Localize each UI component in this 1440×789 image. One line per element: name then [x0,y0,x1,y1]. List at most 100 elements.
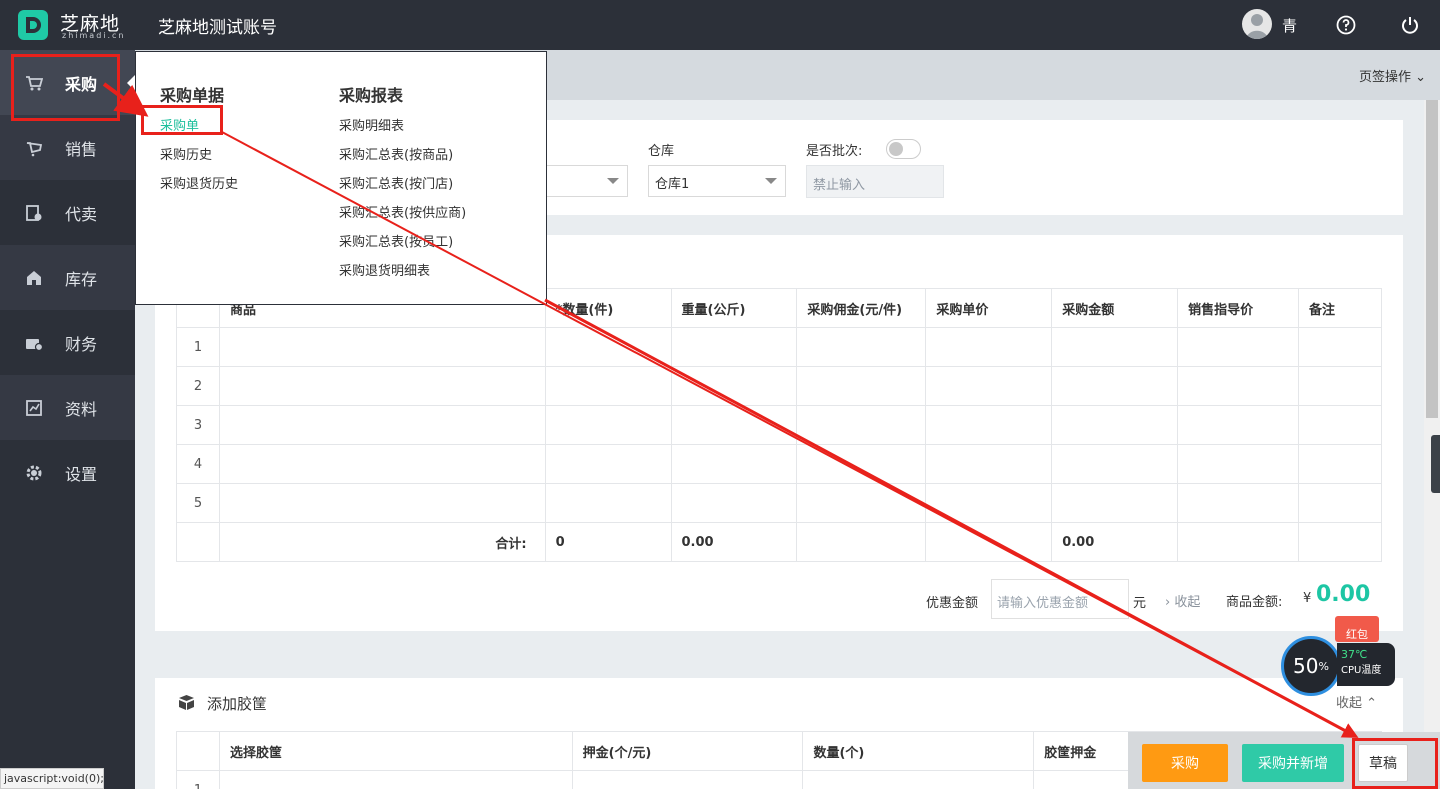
chevron-right-icon: › [1165,595,1171,610]
gear-icon [26,465,42,480]
purchase-button[interactable]: 采购 [1142,744,1228,782]
menu-item-summary-by-supplier[interactable]: 采购汇总表(按供应商) [339,202,466,221]
tab-operations-label: 页签操作 [1358,70,1411,85]
collapse-summary-link[interactable]: › 收起 [1165,591,1200,610]
sale-icon [26,141,43,156]
total-row: 合计: 0 0.00 0.00 [176,522,1383,562]
user-name[interactable]: 青 [1282,15,1297,36]
row-number: 2 [176,366,220,406]
menu-item-detail-report[interactable]: 采购明细表 [339,115,404,134]
cpu-percent: 50 [1293,654,1319,678]
box-icon [179,695,194,710]
col-header-deposit: 押金(个/元) [571,731,804,771]
draft-button[interactable]: 草稿 [1358,744,1408,782]
batch-label: 是否批次: [806,144,863,159]
menu-item-return-history[interactable]: 采购退货历史 [160,173,238,192]
tab-operations[interactable]: 页签操作 ⌄ [1359,66,1426,85]
discount-input[interactable]: 请输入优惠金额 [991,579,1129,619]
help-icon[interactable] [1336,15,1356,35]
warehouse-value: 仓库1 [655,177,690,192]
row-number: 4 [176,444,220,484]
red-packet-badge[interactable]: 红包 [1335,616,1379,642]
brand-domain: zhimadi.cn [62,31,126,40]
total-qty: 0 [544,522,672,562]
cpu-temp-panel: 37℃ CPU温度 [1337,643,1395,686]
collapse-label: 收起 [1174,595,1201,610]
table-row[interactable]: 3 [176,405,1383,445]
table-row[interactable]: 1 [176,327,1383,367]
table-row[interactable]: 5 [176,483,1383,523]
currency-symbol: ¥ [1303,591,1312,606]
goods-amount-label: 商品金额: [1226,595,1283,610]
crate-title: 添加胶筐 [207,695,268,713]
col-header-weight: 重量(公斤) [670,288,798,328]
menu-item-purchase-history[interactable]: 采购历史 [160,144,212,163]
collapse-crate-link[interactable]: 收起 ⌃ [1336,692,1377,711]
total-amount: 0.00 [1051,522,1179,562]
chevron-up-icon: ⌃ [1366,696,1378,711]
sidebar-item-purchase[interactable]: 采购 [0,50,135,115]
cpu-temp-label: CPU温度 [1341,665,1382,676]
collapse-label: 收起 [1336,696,1363,711]
logo-icon [18,10,48,40]
sidebar-item-label: 采购 [65,74,98,94]
row-number: 3 [176,405,220,445]
top-bar: 芝麻地 zhimadi.cn 芝麻地测试账号 青 [0,0,1440,50]
sidebar-item-label: 代卖 [65,204,98,224]
warehouse-label: 仓库 [648,144,675,159]
sidebar-item-consign[interactable]: 代卖 [0,180,135,245]
sidebar-item-label: 设置 [65,464,98,484]
chevron-down-icon: ⌄ [1415,70,1426,85]
col-header [176,731,220,771]
finance-icon [26,338,43,351]
col-header-commission: 采购佣金(元/件) [796,288,927,328]
status-bar-url: javascript:void(0); [0,768,104,789]
warehouse-select[interactable]: 仓库1 [648,165,786,197]
col-header-remark: 备注 [1297,288,1383,328]
sidebar-item-settings[interactable]: 设置 [0,440,135,505]
chevron-down-icon [607,178,619,184]
sidebar: 采购 销售 代卖 库存 财务 资料 设置 [0,50,135,789]
scrollbar-thumb[interactable] [1426,100,1438,418]
sidebar-item-label: 库存 [65,269,98,289]
supplier-select[interactable] [545,165,628,197]
power-icon[interactable] [1400,15,1420,35]
avatar[interactable] [1242,9,1272,39]
purchase-flyout-menu: 采购单据 采购单 采购历史 采购退货历史 采购报表 采购明细表 采购汇总表(按商… [135,51,547,305]
goods-amount-value: 0.00 [1316,582,1371,607]
col-header-amount: 采购金额 [1051,288,1179,328]
account-name: 芝麻地测试账号 [158,18,277,38]
row-number: 5 [176,483,220,523]
menu-item-return-detail[interactable]: 采购退货明细表 [339,260,430,279]
col-header-unit-price: 采购单价 [925,288,1053,328]
sidebar-item-sales[interactable]: 销售 [0,115,135,180]
sidebar-item-inventory[interactable]: 库存 [0,245,135,310]
menu-item-summary-by-store[interactable]: 采购汇总表(按门店) [339,173,453,192]
consign-icon [26,204,42,221]
data-icon [26,399,42,416]
col-header-crate: 选择胶筐 [218,731,573,771]
row-number: 1 [176,770,220,789]
menu-heading-reports: 采购报表 [339,86,404,105]
sidebar-item-data[interactable]: 资料 [0,375,135,440]
sidebar-item-label: 资料 [65,399,98,419]
menu-item-purchase-order[interactable]: 采购单 [160,115,199,134]
menu-item-summary-by-staff[interactable]: 采购汇总表(按员工) [339,231,453,250]
col-header-qty: *数量(件) [544,288,672,328]
warehouse-icon [27,270,41,285]
percent-sign: % [1318,659,1329,673]
batch-input: 禁止输入 [806,165,944,198]
side-widget-handle[interactable] [1431,435,1440,493]
cpu-gauge: 50% [1281,636,1341,696]
table-row[interactable]: 4 [176,444,1383,484]
batch-toggle[interactable] [886,139,921,159]
row-number: 1 [176,327,220,367]
menu-heading-documents: 采购单据 [160,86,225,105]
purchase-and-new-button[interactable]: 采购并新增 [1242,744,1344,782]
sidebar-item-label: 销售 [65,139,98,159]
discount-unit: 元 [1133,596,1147,611]
sidebar-item-finance[interactable]: 财务 [0,310,135,375]
menu-item-summary-by-goods[interactable]: 采购汇总表(按商品) [339,144,453,163]
table-row[interactable]: 2 [176,366,1383,406]
cart-icon [26,75,43,90]
